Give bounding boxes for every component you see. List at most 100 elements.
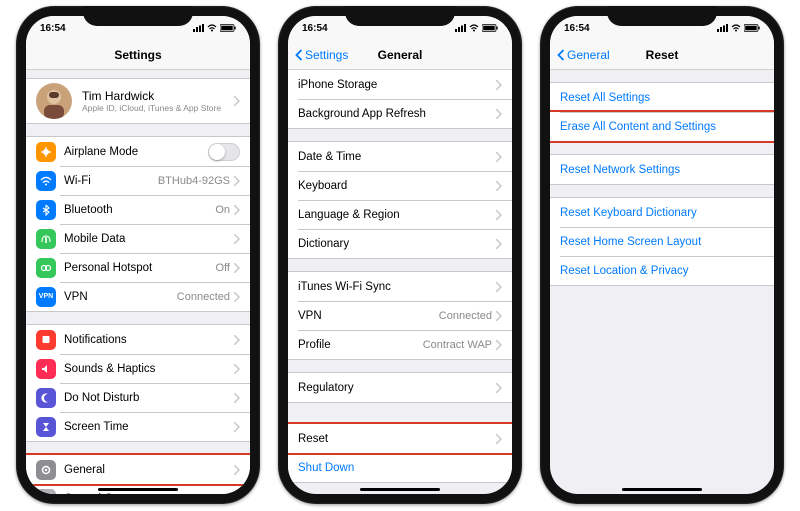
row-vpn[interactable]: VPN VPN Connected [26,282,250,311]
profile-name: Tim Hardwick [82,89,234,103]
chevron-right-icon [496,282,502,292]
row-keyboard[interactable]: Keyboard [288,171,512,200]
row-dictionary[interactable]: Dictionary [288,229,512,258]
general-list[interactable]: iPhone Storage Background App Refresh Da… [288,70,512,494]
row-reset-home-screen-layout[interactable]: Reset Home Screen Layout [550,227,774,256]
back-label: General [567,48,610,62]
battery-icon [482,24,498,32]
back-button[interactable]: Settings [294,48,348,62]
row-bluetooth[interactable]: Bluetooth On [26,195,250,224]
chevron-right-icon [496,340,502,350]
signal-icon [455,24,466,32]
row-regulatory[interactable]: Regulatory [288,373,512,402]
page-title: Reset [646,48,679,62]
profile-row[interactable]: Tim Hardwick Apple ID, iCloud, iTunes & … [26,79,250,123]
chevron-right-icon [234,263,240,273]
row-label: General [64,464,234,476]
reset-list[interactable]: Reset All Settings Erase All Content and… [550,70,774,494]
row-label: Reset Home Screen Layout [560,236,764,248]
chevron-right-icon [496,152,502,162]
status-indicators [193,24,236,32]
status-indicators [455,24,498,32]
settings-list[interactable]: Tim Hardwick Apple ID, iCloud, iTunes & … [26,70,250,494]
home-indicator[interactable] [360,488,440,491]
row-iphone-storage[interactable]: iPhone Storage [288,70,512,99]
row-reset-keyboard-dictionary[interactable]: Reset Keyboard Dictionary [550,198,774,227]
chevron-right-icon [496,311,502,321]
navbar: General Reset [550,40,774,70]
profile-sub: Apple ID, iCloud, iTunes & App Store [82,103,234,113]
chevron-right-icon [496,434,502,444]
row-personal-hotspot[interactable]: Personal Hotspot Off [26,253,250,282]
chevron-right-icon [234,205,240,215]
row-notifications[interactable]: Notifications [26,325,250,354]
chevron-right-icon [496,80,502,90]
chevron-right-icon [496,239,502,249]
chevron-right-icon [234,335,240,345]
row-itunes-wifi-sync[interactable]: iTunes Wi-Fi Sync [288,272,512,301]
row-airplane-mode[interactable]: Airplane Mode [26,137,250,166]
row-reset[interactable]: Reset [288,424,512,453]
row-general[interactable]: General [26,455,250,484]
chevron-right-icon [496,383,502,393]
chevron-right-icon [234,176,240,186]
row-sounds-haptics[interactable]: Sounds & Haptics [26,354,250,383]
page-title: Settings [114,48,161,62]
row-label: Airplane Mode [64,146,208,158]
row-profile[interactable]: Profile Contract WAP [288,330,512,359]
chevron-right-icon [234,364,240,374]
page-title: General [378,48,423,62]
row-vpn[interactable]: VPN Connected [288,301,512,330]
row-label: Shut Down [298,462,502,474]
row-reset-all-settings[interactable]: Reset All Settings [550,83,774,112]
row-label: Erase All Content and Settings [560,121,764,133]
wifi-icon [207,24,217,32]
row-label: Do Not Disturb [64,392,234,404]
phone-frame-reset: 16:54 General Reset Reset All Settings E… [540,6,784,504]
row-label: Notifications [64,334,234,346]
row-label: Keyboard [298,180,496,192]
antenna-icon [36,229,56,249]
navbar: Settings General [288,40,512,70]
status-time: 16:54 [564,23,590,34]
row-reset-network-settings[interactable]: Reset Network Settings [550,155,774,184]
notch [607,6,717,26]
row-screen-time[interactable]: Screen Time [26,412,250,441]
row-wifi[interactable]: Wi-Fi BTHub4-92GS [26,166,250,195]
chevron-left-icon [294,49,304,61]
back-button[interactable]: General [556,48,610,62]
gear-icon [36,460,56,480]
row-label: Personal Hotspot [64,262,216,274]
row-background-app-refresh[interactable]: Background App Refresh [288,99,512,128]
row-shut-down[interactable]: Shut Down [288,453,512,482]
row-reset-location-privacy[interactable]: Reset Location & Privacy [550,256,774,285]
row-date-time[interactable]: Date & Time [288,142,512,171]
chevron-right-icon [234,234,240,244]
home-indicator[interactable] [98,488,178,491]
chevron-right-icon [234,292,240,302]
row-language-region[interactable]: Language & Region [288,200,512,229]
home-indicator[interactable] [622,488,702,491]
row-value: Connected [177,291,230,303]
row-label: Background App Refresh [298,108,496,120]
row-label: VPN [298,310,439,322]
row-label: Reset [298,433,496,445]
row-do-not-disturb[interactable]: Do Not Disturb [26,383,250,412]
notch [83,6,193,26]
chevron-left-icon [556,49,566,61]
row-label: iTunes Wi-Fi Sync [298,281,496,293]
notch [345,6,455,26]
wifi-icon [36,171,56,191]
hotspot-icon [36,258,56,278]
toggle-airplane[interactable] [208,143,240,161]
row-label: Profile [298,339,423,351]
hourglass-icon [36,417,56,437]
chevron-right-icon [234,393,240,403]
row-value: Contract WAP [423,339,492,351]
row-label: VPN [64,291,177,303]
row-label: iPhone Storage [298,79,496,91]
row-value: Off [216,262,230,274]
row-label: Screen Time [64,421,234,433]
row-mobile-data[interactable]: Mobile Data [26,224,250,253]
row-erase-all-content[interactable]: Erase All Content and Settings [550,112,774,141]
